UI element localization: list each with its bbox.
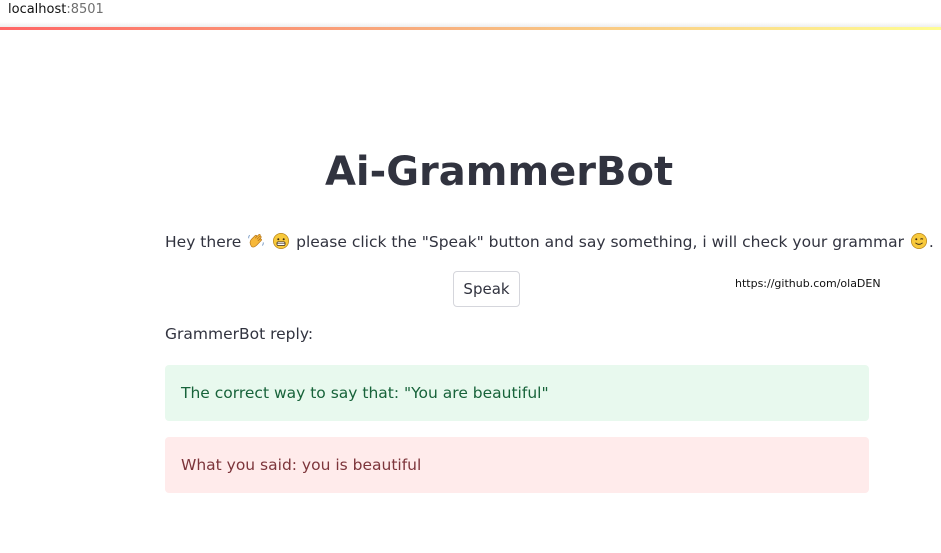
intro-text: Hey there please click the "Speak" butto…: [165, 230, 934, 254]
grinning-face-icon: [273, 232, 290, 250]
intro-suffix: .: [928, 233, 934, 251]
app-main: Ai-GrammerBot Hey there please click the…: [0, 30, 941, 553]
winking-face-icon: [910, 232, 927, 250]
correct-message-text: The correct way to say that: "You are be…: [181, 384, 549, 402]
address-host: localhost: [8, 2, 67, 17]
address-port: :8501: [66, 2, 104, 17]
reply-label: GrammerBot reply:: [165, 325, 314, 343]
github-link[interactable]: https://github.com/olaDEN: [735, 277, 881, 290]
intro-middle: please click the "Speak" button and say …: [296, 233, 904, 251]
speak-button[interactable]: Speak: [453, 271, 520, 307]
said-message-text: What you said: you is beautiful: [181, 456, 422, 474]
intro-prefix: Hey there: [165, 233, 242, 251]
address-url[interactable]: localhost:8501: [8, 2, 104, 18]
said-message-alert: What you said: you is beautiful: [165, 437, 869, 493]
waving-hand-icon: [248, 234, 264, 248]
page-title: Ai-GrammerBot: [324, 149, 674, 195]
correct-message-alert: The correct way to say that: "You are be…: [165, 365, 869, 421]
